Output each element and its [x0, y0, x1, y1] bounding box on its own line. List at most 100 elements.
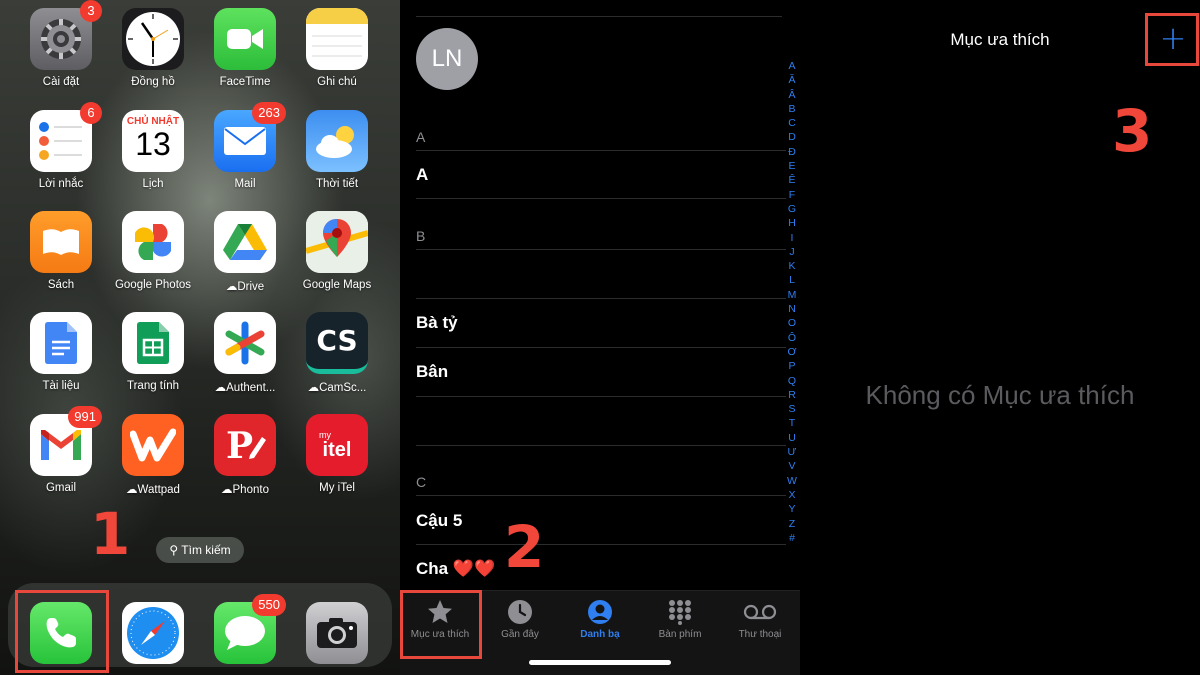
index-letter[interactable]: K	[786, 259, 798, 273]
app-drive[interactable]: ☁Drive	[200, 211, 290, 293]
app-phonto[interactable]: P ☁Phonto	[200, 414, 290, 496]
tab-keypad[interactable]: Bàn phím	[640, 599, 720, 640]
app-label: Google Photos	[114, 279, 192, 291]
separator	[416, 396, 786, 397]
index-letter[interactable]: M	[786, 288, 798, 302]
index-letter[interactable]: Z	[786, 517, 798, 531]
index-letter[interactable]: Ư	[786, 445, 798, 459]
index-letter[interactable]: J	[786, 245, 798, 259]
index-letter[interactable]: C	[786, 116, 798, 130]
app-gmail[interactable]: 991 Gmail	[16, 406, 106, 494]
index-letter[interactable]: D	[786, 130, 798, 144]
search-icon: ⚲	[169, 543, 179, 557]
app-label: Thời tiết	[315, 178, 359, 190]
dock-safari[interactable]	[108, 602, 198, 664]
section-index-bar[interactable]: A Ă Â B C D Đ E Ê F G H I J K L M N O Ô Ơ P Q R S T U Ư V W X Y Z #	[786, 59, 798, 545]
section-header-a: A	[416, 129, 426, 145]
app-wattpad[interactable]: ☁Wattpad	[108, 414, 198, 496]
index-letter[interactable]: V	[786, 459, 798, 473]
index-letter[interactable]: P	[786, 359, 798, 373]
my-card-avatar[interactable]: LN	[416, 28, 478, 90]
settings-gear-icon: 3	[30, 0, 102, 70]
contact-row[interactable]: Cha ❤️❤️	[416, 559, 495, 579]
separator	[416, 198, 786, 199]
dock-messages[interactable]: 550	[200, 594, 290, 664]
contacts-screen: LN A A B Bà tỷ Bân C Cậu 5 Cha ❤️❤️ AĂÂB…	[400, 0, 800, 675]
app-clock[interactable]: Đồng hồ	[108, 8, 198, 88]
cloud-download-icon: ☁	[221, 484, 233, 496]
app-google-maps[interactable]: Google Maps	[292, 211, 382, 291]
app-google-photos[interactable]: Google Photos	[108, 211, 198, 291]
app-camscanner[interactable]: CS ☁CamSc...	[292, 312, 382, 394]
app-books[interactable]: Sách	[16, 211, 106, 291]
app-label: Mail	[234, 178, 256, 190]
app-label: ☁Wattpad	[126, 484, 180, 496]
tab-voicemail[interactable]: Thư thoại	[720, 599, 800, 640]
google-maps-icon	[306, 211, 368, 273]
index-letter[interactable]: Ă	[786, 73, 798, 87]
contact-row[interactable]: Cậu 5	[416, 511, 462, 531]
index-letter[interactable]: Â	[786, 88, 798, 102]
app-settings[interactable]: 3 Cài đặt	[16, 0, 106, 88]
app-my-itel[interactable]: my itel My iTel	[292, 414, 382, 494]
index-letter[interactable]: Y	[786, 502, 798, 516]
index-letter[interactable]: U	[786, 431, 798, 445]
index-letter[interactable]: X	[786, 488, 798, 502]
index-letter[interactable]: W	[786, 474, 798, 488]
dock-camera[interactable]	[292, 602, 382, 664]
app-label: Gmail	[45, 482, 77, 494]
app-google-sheets[interactable]: Trang tính	[108, 312, 198, 392]
index-letter[interactable]: O	[786, 316, 798, 330]
app-authenticator[interactable]: ☁Authent...	[200, 312, 290, 394]
tab-recents[interactable]: Gần đây	[480, 599, 560, 640]
app-weather[interactable]: Thời tiết	[292, 110, 382, 190]
tab-label: Thư thoại	[738, 629, 782, 640]
contact-row[interactable]: A	[416, 165, 428, 185]
app-mail[interactable]: 263 Mail	[200, 102, 290, 190]
badge: 263	[252, 102, 286, 124]
separator	[416, 16, 782, 17]
index-letter[interactable]: H	[786, 216, 798, 230]
app-label: Google Maps	[302, 279, 372, 291]
app-label: My iTel	[319, 482, 355, 494]
index-letter[interactable]: #	[786, 531, 798, 545]
app-label: Lời nhắc	[38, 178, 84, 190]
safari-compass-icon	[122, 602, 184, 664]
calendar-icon: CHỦ NHẬT 13	[122, 110, 184, 172]
index-letter[interactable]: L	[786, 273, 798, 287]
index-letter[interactable]: R	[786, 388, 798, 402]
index-letter[interactable]: F	[786, 188, 798, 202]
badge: 6	[80, 102, 102, 124]
tab-label: Gần đây	[501, 629, 539, 640]
index-letter[interactable]: Đ	[786, 145, 798, 159]
phone-app-highlight	[15, 590, 109, 673]
app-google-docs[interactable]: Tài liệu	[16, 312, 106, 392]
index-letter[interactable]: A	[786, 59, 798, 73]
index-letter[interactable]: Ê	[786, 173, 798, 187]
clock-icon	[122, 8, 184, 70]
app-reminders[interactable]: 6 Lời nhắc	[16, 102, 106, 190]
app-facetime[interactable]: FaceTime	[200, 8, 290, 88]
index-letter[interactable]: I	[786, 231, 798, 245]
app-label: Trang tính	[127, 380, 179, 392]
index-letter[interactable]: G	[786, 202, 798, 216]
home-search-button[interactable]: ⚲ Tìm kiếm	[156, 537, 244, 563]
index-letter[interactable]: E	[786, 159, 798, 173]
app-notes[interactable]: Ghi chú	[292, 8, 382, 88]
google-sheets-icon	[122, 312, 184, 374]
index-letter[interactable]: B	[786, 102, 798, 116]
wattpad-icon	[122, 414, 184, 476]
index-letter[interactable]: T	[786, 416, 798, 430]
index-letter[interactable]: Ơ	[786, 345, 798, 359]
google-drive-icon	[214, 211, 276, 273]
index-letter[interactable]: Ô	[786, 331, 798, 345]
contact-row[interactable]: Bân	[416, 362, 448, 382]
authenticator-icon	[214, 312, 276, 374]
tab-contacts[interactable]: Danh bạ	[560, 599, 640, 640]
index-letter[interactable]: Q	[786, 374, 798, 388]
notes-icon	[306, 8, 368, 70]
index-letter[interactable]: S	[786, 402, 798, 416]
app-calendar[interactable]: CHỦ NHẬT 13 Lịch	[108, 110, 198, 190]
index-letter[interactable]: N	[786, 302, 798, 316]
contact-row[interactable]: Bà tỷ	[416, 313, 458, 333]
